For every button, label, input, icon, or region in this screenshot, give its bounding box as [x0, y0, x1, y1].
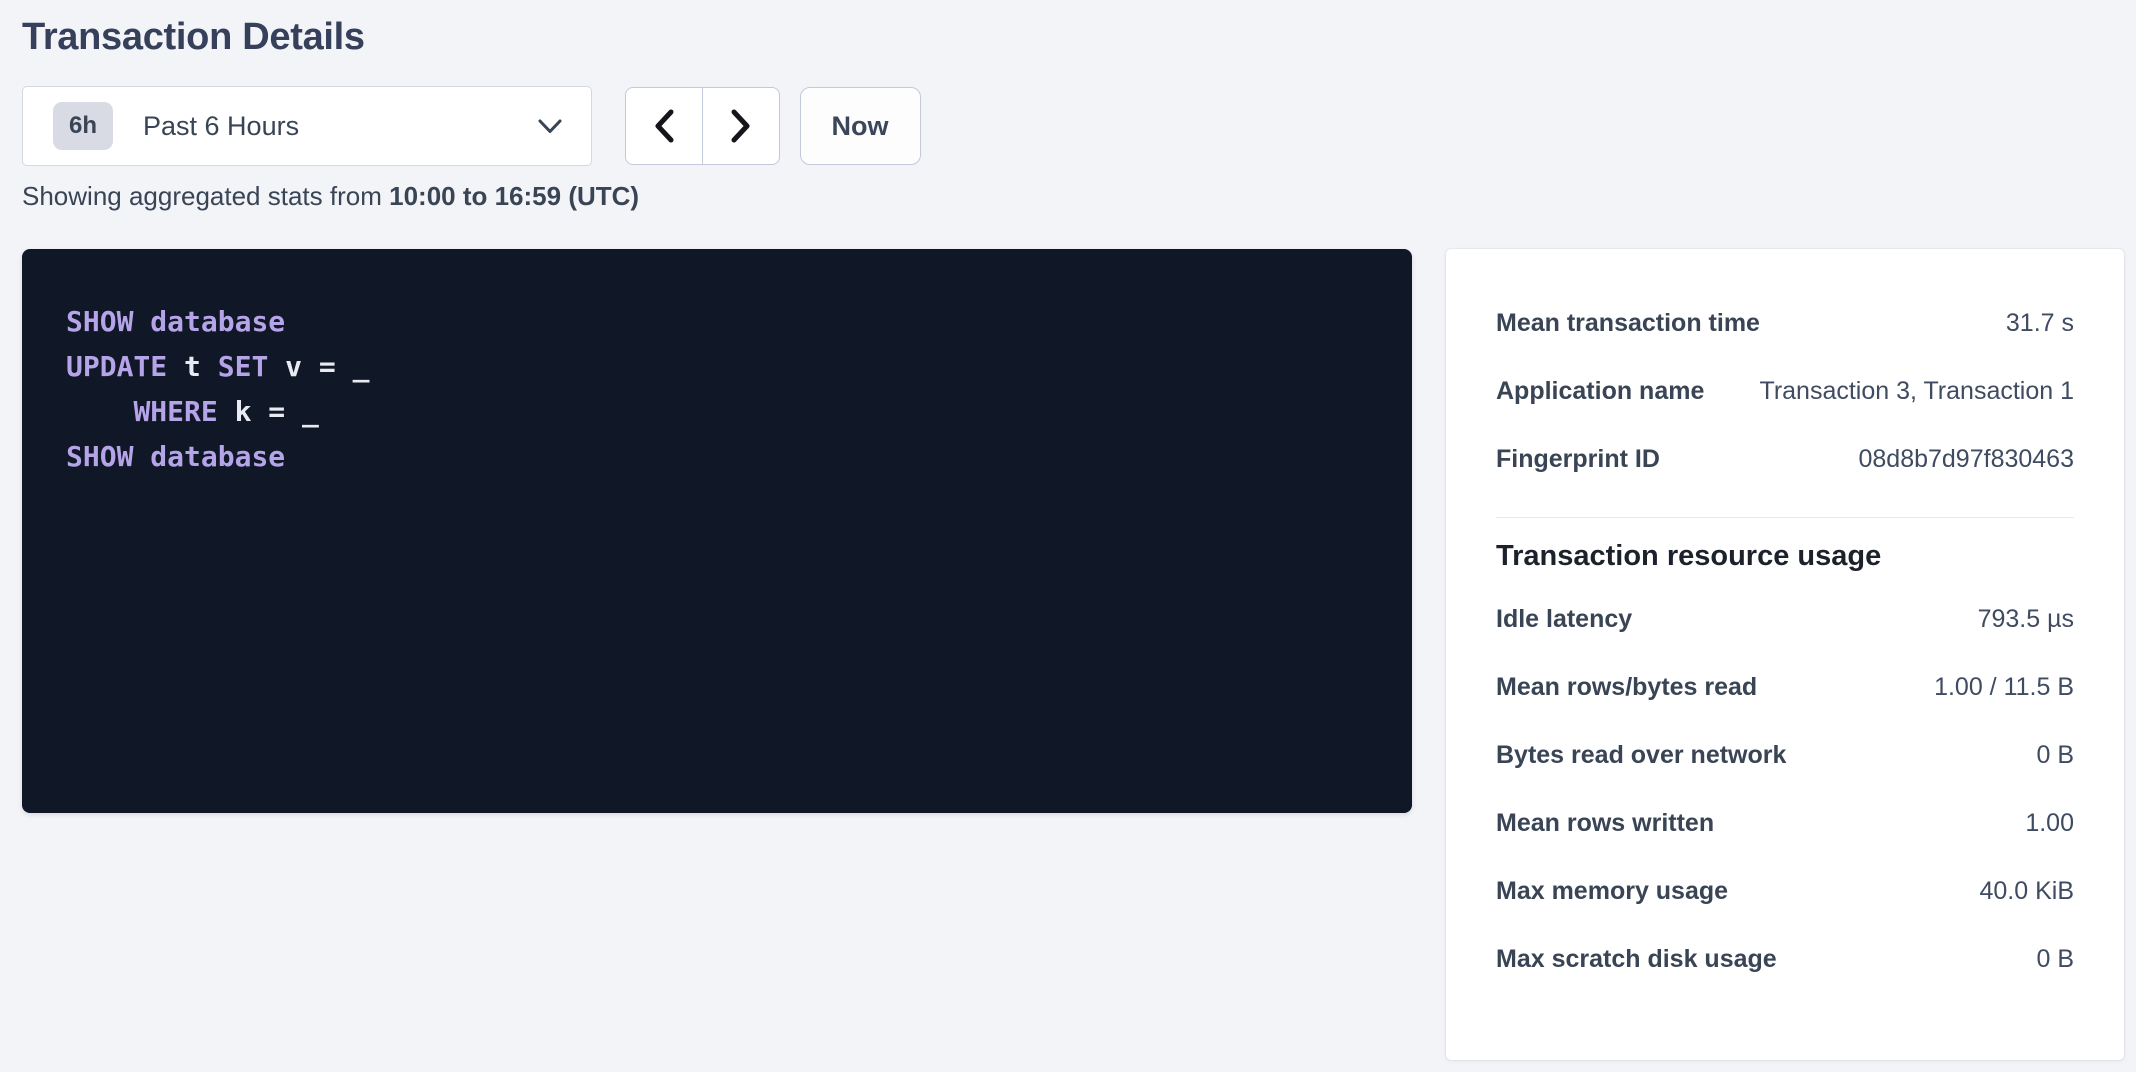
detail-row-mean-rows-bytes-read: Mean rows/bytes read 1.00 / 11.5 B — [1496, 653, 2074, 721]
detail-row-max-scratch-disk-usage: Max scratch disk usage 0 B — [1496, 925, 2074, 993]
time-nav-buttons — [625, 87, 780, 165]
sql-line: UPDATE t SET v = _ — [66, 344, 1372, 389]
detail-row-application-name: Application name Transaction 3, Transact… — [1496, 357, 2074, 425]
detail-value: 1.00 / 11.5 B — [1934, 673, 2074, 702]
detail-value: 08d8b7d97f830463 — [1858, 445, 2074, 474]
time-range-badge: 6h — [53, 102, 113, 150]
page-title: Transaction Details — [22, 16, 2124, 59]
detail-value: 0 B — [2036, 945, 2074, 974]
previous-time-button[interactable] — [625, 87, 703, 165]
detail-value: 0 B — [2036, 741, 2074, 770]
detail-row-bytes-read-over-network: Bytes read over network 0 B — [1496, 721, 2074, 789]
next-time-button[interactable] — [702, 87, 780, 165]
stats-caption-range: 10:00 to 16:59 (UTC) — [389, 181, 639, 211]
detail-label: Mean transaction time — [1496, 309, 1760, 338]
detail-row-fingerprint-id: Fingerprint ID 08d8b7d97f830463 — [1496, 425, 2074, 493]
chevron-right-icon — [729, 108, 753, 144]
time-range-dropdown[interactable]: 6h Past 6 Hours — [22, 86, 592, 166]
detail-value: 1.00 — [2025, 809, 2074, 838]
time-range-label: Past 6 Hours — [143, 111, 299, 142]
sql-statement-box: SHOW database UPDATE t SET v = _ WHERE k… — [22, 249, 1412, 813]
sql-line: SHOW database — [66, 434, 1372, 479]
resource-usage-heading: Transaction resource usage — [1496, 540, 2074, 573]
sql-line: SHOW database — [66, 299, 1372, 344]
detail-value: 31.7 s — [2006, 309, 2074, 338]
detail-label: Mean rows/bytes read — [1496, 673, 1757, 702]
detail-row-mean-transaction-time: Mean transaction time 31.7 s — [1496, 289, 2074, 357]
stats-caption-prefix: Showing aggregated stats from — [22, 181, 389, 211]
detail-row-max-memory-usage: Max memory usage 40.0 KiB — [1496, 857, 2074, 925]
detail-value: 40.0 KiB — [1979, 877, 2074, 906]
detail-label: Bytes read over network — [1496, 741, 1786, 770]
detail-row-idle-latency: Idle latency 793.5 µs — [1496, 585, 2074, 653]
sql-line: WHERE k = _ — [66, 389, 1372, 434]
time-controls: 6h Past 6 Hours Now — [22, 86, 2124, 166]
main-content: SHOW database UPDATE t SET v = _ WHERE k… — [22, 249, 2124, 1060]
detail-value: 793.5 µs — [1978, 605, 2074, 634]
detail-label: Max scratch disk usage — [1496, 945, 1777, 974]
transaction-details-card: Mean transaction time 31.7 s Application… — [1446, 249, 2124, 1060]
detail-label: Mean rows written — [1496, 809, 1714, 838]
detail-value: Transaction 3, Transaction 1 — [1759, 377, 2074, 406]
detail-label: Idle latency — [1496, 605, 1632, 634]
detail-label: Application name — [1496, 377, 1704, 406]
detail-row-mean-rows-written: Mean rows written 1.00 — [1496, 789, 2074, 857]
now-button[interactable]: Now — [800, 87, 921, 165]
transaction-details-page: Transaction Details 6h Past 6 Hours Now — [0, 0, 2136, 1072]
chevron-down-icon — [537, 118, 563, 135]
aggregated-stats-caption: Showing aggregated stats from 10:00 to 1… — [22, 181, 2124, 212]
card-divider — [1496, 517, 2074, 518]
detail-label: Fingerprint ID — [1496, 445, 1660, 474]
detail-label: Max memory usage — [1496, 877, 1728, 906]
chevron-left-icon — [652, 108, 676, 144]
